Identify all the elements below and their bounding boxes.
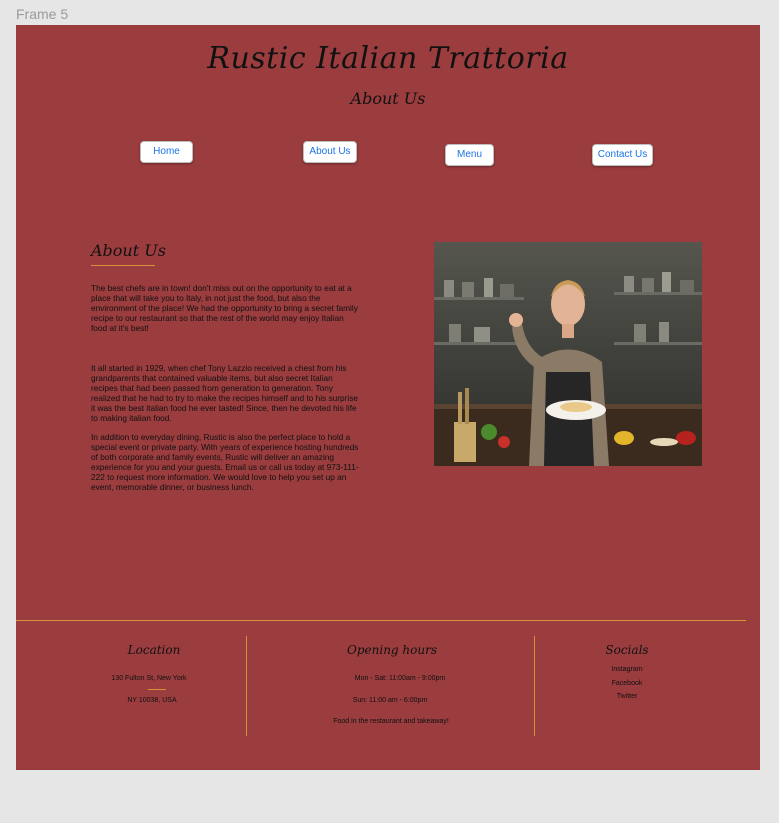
nav-menu-button[interactable]: Menu [445,144,494,166]
about-paragraph-events: In addition to everyday dining, Rustic i… [91,432,359,492]
site-title: Rustic Italian Trattoria [207,41,569,76]
chef-photo [434,242,702,466]
footer-hours-heading: Opening hours [347,643,437,657]
page-frame: Rustic Italian Trattoria About Us Home A… [16,25,760,770]
footer-location-line1: 130 Fulton St, New York [111,675,187,682]
nav-contact-button[interactable]: Contact Us [592,144,653,166]
nav-about-button[interactable]: About Us [303,141,357,163]
about-paragraph-history: It all started in 1929, when chef Tony L… [91,363,359,423]
about-paragraph-intro: The best chefs are in town! don't miss o… [91,283,358,333]
about-heading: About Us [91,241,166,260]
page-subtitle: About Us [350,89,426,108]
footer-location-line2: NY 10038, USA [127,697,177,704]
footer-hours-weekday: Mon - Sat: 11:00am - 9:00pm [354,675,446,682]
footer-socials-heading: Socials [605,643,649,657]
footer-hours-note: Food in the restaurant and takeaway! [333,718,449,725]
footer-divider-left [246,636,247,736]
footer-location-heading: Location [127,643,181,657]
footer-location-underline [148,689,166,690]
footer-link-facebook[interactable]: Facebook [587,680,667,687]
frame-label: Frame 5 [16,6,69,22]
nav-home-button[interactable]: Home [140,141,193,163]
footer-hours-sunday: Sun: 11:00 am - 6:00pm [352,697,428,704]
footer-link-instagram[interactable]: Instagram [587,666,667,673]
chef-illustration [434,242,702,466]
footer-link-twitter[interactable]: Twitter [587,693,667,700]
footer-top-rule [16,620,746,621]
footer-divider-right [534,636,535,736]
about-heading-underline [91,265,155,266]
